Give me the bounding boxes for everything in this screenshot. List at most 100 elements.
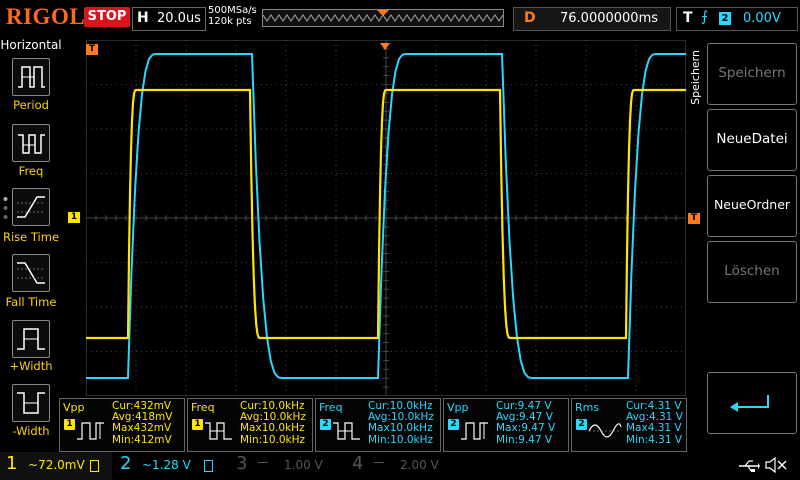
sidebar-item-period-label: Period xyxy=(13,98,49,112)
measurement-source-badge: 2 xyxy=(320,419,331,430)
delay-value: 76.0000000ms xyxy=(560,11,659,26)
measure-pos-width-button[interactable] xyxy=(12,320,50,358)
ch4-dc-icon xyxy=(374,462,384,463)
waveform-svg xyxy=(86,40,686,396)
measurement-name: Vpp xyxy=(447,401,469,414)
trigger-source-badge: 2 xyxy=(719,12,731,25)
ch2-coupling-icon xyxy=(204,460,213,472)
ch1-scale: ~72.0mV xyxy=(28,458,85,472)
measurement-min: Min:412mV xyxy=(112,433,172,446)
measurement-values: Cur:9.47 V Avg:9.47 V Max:9.47 V Min:9.4… xyxy=(496,400,556,446)
timebase-value: 20.0us xyxy=(157,11,201,26)
measurement-values: Cur:432mV Avg:418mV Max432mV Min:412mV xyxy=(112,400,172,446)
trigger-horizontal-marker[interactable] xyxy=(380,36,390,55)
ch2-status[interactable]: 2 ~1.28 V xyxy=(114,452,224,480)
ch2-scale: ~1.28 V xyxy=(142,458,191,472)
sidebar-item-freq-label: Freq xyxy=(18,164,44,178)
measurement-box-4[interactable]: Vpp 2 Cur:9.47 V Avg:9.47 V Max:9.47 V M… xyxy=(443,398,569,452)
measurement-name: Rms xyxy=(575,401,600,414)
freq-icon xyxy=(333,422,360,440)
sidebar-title: Horizontal xyxy=(0,38,62,52)
right-menu-title: Speichern xyxy=(689,50,702,105)
fall-time-icon xyxy=(17,262,45,284)
rise-time-icon xyxy=(17,196,45,218)
trigger-letter: T xyxy=(683,10,693,26)
ch3-number: 3 xyxy=(236,453,248,474)
memory-waveform-overview[interactable] xyxy=(262,9,504,27)
ch4-number: 4 xyxy=(352,453,364,474)
rms-icon xyxy=(588,423,622,438)
rising-edge-icon: ⨍ xyxy=(701,9,709,25)
measurement-max: Max:9.47 V xyxy=(496,422,556,435)
horizontal-timebase-box[interactable]: H 20.0us xyxy=(132,7,206,31)
measurement-box-3[interactable]: Freq 2 Cur:10.0kHz Avg:10.0kHz Max10.0kH… xyxy=(315,398,441,452)
return-arrow-icon xyxy=(730,395,769,412)
acquisition-info: 500MSa/s 120k pts xyxy=(208,5,257,27)
measurement-max: Max432mV xyxy=(112,422,172,435)
sidebar-page-dots xyxy=(3,196,8,222)
speaker-muted-icon[interactable] xyxy=(764,456,788,477)
new-file-button[interactable]: NeueDatei xyxy=(707,109,797,171)
measure-neg-width-button[interactable] xyxy=(12,384,50,422)
measurement-max: Max10.0kHz xyxy=(368,422,433,435)
sample-rate: 500MSa/s xyxy=(208,5,257,16)
ch1-offset-marker[interactable]: 1 xyxy=(68,212,80,223)
delete-button-label: Löschen xyxy=(724,263,780,279)
measurement-min: Min:10.0kHz xyxy=(240,433,306,446)
ch4-scale: 2.00 V xyxy=(400,458,439,472)
measurement-box-5[interactable]: Rms 2 Cur:4.31 V Avg:4.31 V Max4.31 V Mi… xyxy=(571,398,687,452)
measurement-min: Min:4.31 V xyxy=(626,433,683,446)
sidebar-item-fall-time-label: Fall Time xyxy=(5,295,57,309)
measure-fall-time-button[interactable] xyxy=(12,254,50,292)
measurement-source-badge: 2 xyxy=(576,419,587,430)
trigger-position-marker-top[interactable]: T xyxy=(86,44,98,55)
return-button[interactable] xyxy=(707,372,797,434)
measurement-source-badge: 1 xyxy=(64,419,75,430)
freq-icon xyxy=(18,134,45,154)
positive-width-icon xyxy=(17,328,45,350)
ch3-status[interactable]: 3 1.00 V xyxy=(228,452,338,480)
measurement-source-badge: 1 xyxy=(192,419,203,430)
new-file-button-label: NeueDatei xyxy=(716,131,788,147)
new-folder-button-label: NeueOrdner xyxy=(713,197,791,212)
vpp-icon xyxy=(77,422,104,440)
trigger-box[interactable]: T ⨍ 2 0.00V xyxy=(676,7,798,31)
ch2-number: 2 xyxy=(120,453,132,474)
measurement-max: Max10.0kHz xyxy=(240,422,305,435)
ch1-status[interactable]: 1 ~72.0mV xyxy=(0,452,112,480)
delay-box[interactable]: D 76.0000000ms xyxy=(513,7,671,31)
trigger-level-marker[interactable]: T xyxy=(688,213,700,224)
save-button[interactable]: Speichern xyxy=(707,43,797,105)
sidebar-item-rise-time-label: Rise Time xyxy=(2,230,60,244)
measurement-name: Freq xyxy=(191,401,215,414)
memory-depth: 120k pts xyxy=(208,16,252,27)
measure-period-button[interactable] xyxy=(12,58,50,96)
measurement-values: Cur:4.31 V Avg:4.31 V Max4.31 V Min:4.31… xyxy=(626,400,683,446)
new-folder-button[interactable]: NeueOrdner xyxy=(707,175,797,237)
measure-freq-button[interactable] xyxy=(12,124,50,162)
save-button-label: Speichern xyxy=(718,65,786,81)
sidebar-item-pos-width-label: +Width xyxy=(9,359,53,373)
top-status-bar: RIGOL STOP H 20.0us 500MSa/s 120k pts D … xyxy=(0,0,800,36)
ch4-status[interactable]: 4 2.00 V xyxy=(344,452,454,480)
measurement-min: Min:9.47 V xyxy=(496,433,553,446)
usb-icon xyxy=(738,458,760,477)
delay-letter: D xyxy=(524,10,536,26)
measurement-box-1[interactable]: Vpp 1 Cur:432mV Avg:418mV Max432mV Min:4… xyxy=(59,398,185,452)
run-stop-indicator[interactable]: STOP xyxy=(84,7,130,27)
ch3-dc-icon xyxy=(258,462,268,463)
measurement-name: Freq xyxy=(319,401,343,414)
rigol-logo: RIGOL xyxy=(6,4,86,29)
freq-icon xyxy=(205,422,232,440)
measure-sidebar: Horizontal Period Freq Rise Time Fall Ti… xyxy=(0,36,62,450)
measurement-values: Cur:10.0kHz Avg:10.0kHz Max10.0kHz Min:1… xyxy=(368,400,434,446)
sidebar-item-neg-width-label: -Width xyxy=(12,424,50,438)
measure-rise-time-button[interactable] xyxy=(12,188,50,226)
measurement-source-badge: 2 xyxy=(448,419,459,430)
delete-button[interactable]: Löschen xyxy=(707,241,797,303)
graticule xyxy=(86,40,686,396)
measurement-min: Min:10.0kHz xyxy=(368,433,434,446)
measurement-box-2[interactable]: Freq 1 Cur:10.0kHz Avg:10.0kHz Max10.0kH… xyxy=(187,398,313,452)
channel-status-bar: 1 ~72.0mV 2 ~1.28 V 3 1.00 V 4 2.00 V xyxy=(0,452,800,480)
period-icon xyxy=(18,66,45,88)
